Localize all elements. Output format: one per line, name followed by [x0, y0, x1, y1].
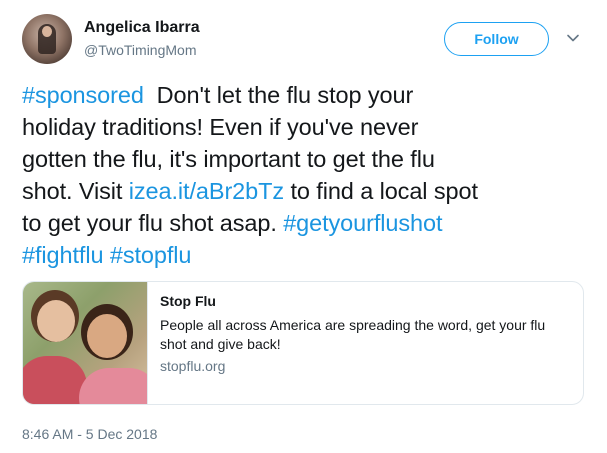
hashtag-link[interactable]: #getyourflushot	[283, 210, 442, 236]
author-name[interactable]: Angelica Ibarra	[84, 19, 200, 37]
card-description: People all across America are spreading …	[160, 317, 546, 352]
tweet-text-segment: Don't let the flu stop your	[143, 82, 414, 108]
tweet-text: #sponsored Don't let the flu stop your ho…	[22, 79, 587, 271]
tweet-text-segment: shot. Visit	[22, 178, 129, 204]
tweet-text-line: #sponsored Don't let the flu stop your	[22, 79, 587, 111]
link-card[interactable]: Stop Flu People all across America are s…	[22, 281, 584, 405]
card-title: Stop Flu	[160, 293, 216, 309]
hashtag-link[interactable]: #sponsored	[22, 82, 144, 108]
url-link[interactable]: izea.it/aBr2bTz	[129, 178, 284, 204]
chevron-down-icon[interactable]	[566, 31, 580, 45]
hashtag-link[interactable]: #fightflu	[22, 242, 104, 268]
card-image-figure	[23, 356, 87, 404]
hashtag-link[interactable]: #stopflu	[110, 242, 192, 268]
tweet-text-line: shot. Visit izea.it/aBr2bTz to find a lo…	[22, 175, 587, 207]
card-image-figure	[87, 314, 127, 358]
follow-button[interactable]: Follow	[444, 22, 549, 56]
tweet-text-segment: to find a local spot	[284, 178, 478, 204]
author-avatar[interactable]	[22, 14, 72, 64]
card-image	[23, 282, 148, 404]
author-handle[interactable]: @TwoTimingMom	[84, 42, 197, 58]
card-image-figure	[37, 300, 75, 342]
tweet-text-segment: holiday traditions! Even if you've never	[22, 114, 419, 140]
tweet-timestamp[interactable]: 8:46 AM - 5 Dec 2018	[22, 426, 157, 442]
avatar-face	[42, 26, 52, 37]
card-image-figure	[79, 368, 147, 404]
tweet: Angelica Ibarra @TwoTimingMom Follow #sp…	[0, 0, 607, 453]
tweet-text-line: gotten the flu, it's important to get th…	[22, 143, 587, 175]
tweet-text-line: to get your flu shot asap. #getyourflush…	[22, 207, 587, 239]
tweet-text-line: holiday traditions! Even if you've never	[22, 111, 587, 143]
tweet-text-segment: gotten the flu, it's important to get th…	[22, 146, 435, 172]
tweet-text-segment: to get your flu shot asap.	[22, 210, 284, 236]
tweet-text-line: #fightflu #stopflu	[22, 239, 587, 271]
card-domain: stopflu.org	[160, 358, 226, 374]
